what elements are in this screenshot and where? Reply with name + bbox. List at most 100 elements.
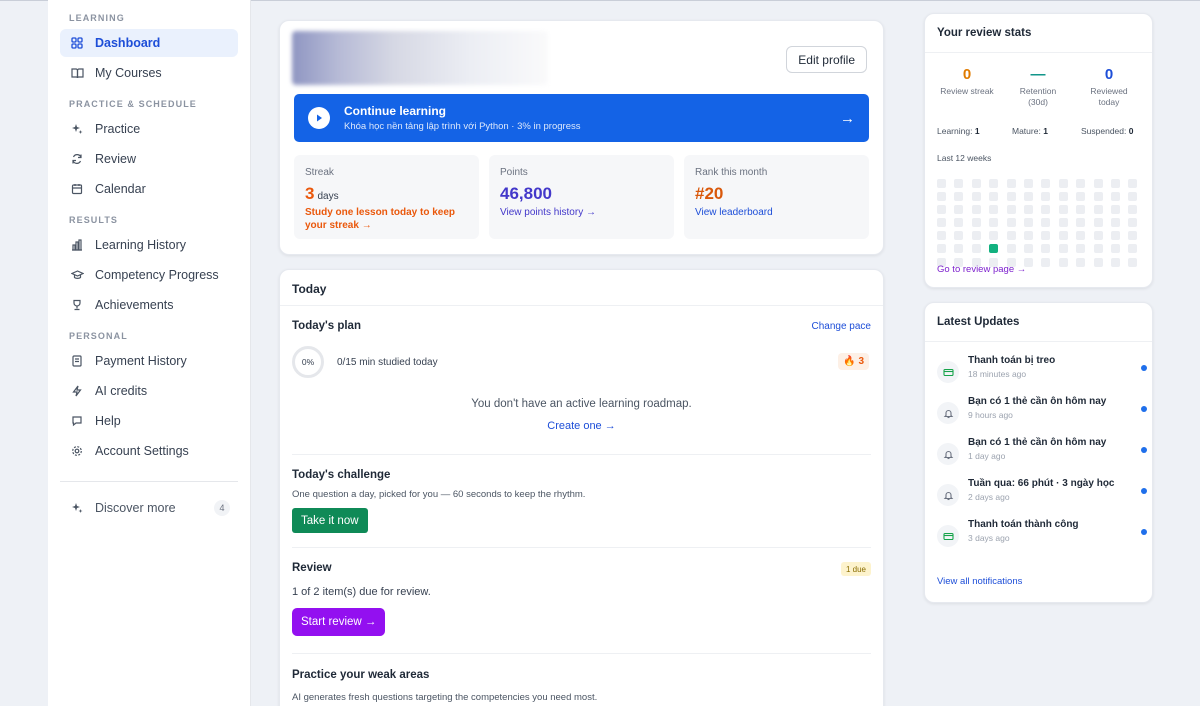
heatmap-cell xyxy=(1006,179,1016,188)
review-heatmap xyxy=(937,179,1138,267)
sidebar-item-my-courses[interactable]: My Courses xyxy=(60,59,238,87)
update-title: Thanh toán thành công xyxy=(968,519,1079,530)
learning-label: Learning: xyxy=(937,126,973,136)
heatmap-cell xyxy=(1093,244,1103,254)
fire-count: 3 xyxy=(858,356,864,367)
sidebar-item-review[interactable]: Review xyxy=(60,145,238,173)
update-item[interactable]: Thanh toán bị treo 18 minutes ago xyxy=(937,355,1147,391)
gear-icon xyxy=(70,444,84,458)
divider xyxy=(292,653,871,654)
heatmap-cell xyxy=(1110,218,1120,228)
sidebar-item-calendar[interactable]: Calendar xyxy=(60,175,238,203)
continue-learning-button[interactable]: Continue learning Khóa học nền tảng lập … xyxy=(294,94,869,142)
update-item[interactable]: Tuần qua: 66 phút · 3 ngày học 2 days ago xyxy=(937,478,1147,514)
unread-dot xyxy=(1141,365,1147,371)
update-title: Bạn có 1 thẻ cần ôn hôm nay xyxy=(968,437,1107,448)
sidebar-item-help[interactable]: Help xyxy=(60,407,238,435)
heatmap-cell xyxy=(1128,218,1138,228)
heatmap-cell xyxy=(937,179,946,188)
graduation-cap-icon xyxy=(70,268,84,282)
heatmap-cell xyxy=(1110,179,1120,188)
todays-plan-title: Today's plan xyxy=(292,320,361,332)
fire-icon: 🔥 xyxy=(842,356,856,367)
heatmap-cell xyxy=(1076,244,1086,254)
sidebar-item-practice[interactable]: Practice xyxy=(60,115,238,143)
points-label: Points xyxy=(500,167,528,178)
update-item[interactable]: Bạn có 1 thẻ cần ôn hôm nay 1 day ago xyxy=(937,437,1147,473)
heatmap-cell xyxy=(937,231,946,241)
heatmap-cell xyxy=(1128,179,1138,188)
start-review-button[interactable]: Start review → xyxy=(292,608,386,636)
sidebar-item-payment-history[interactable]: Payment History xyxy=(60,347,238,375)
bell-icon xyxy=(937,402,959,424)
update-item[interactable]: Thanh toán thành công 3 days ago xyxy=(937,519,1147,555)
streak-keep-link[interactable]: Study one lesson today to keep your stre… xyxy=(305,206,468,232)
sidebar-item-ai-credits[interactable]: AI credits xyxy=(60,377,238,405)
section-title-learning: LEARNING xyxy=(69,13,125,23)
heatmap-cell xyxy=(1093,205,1103,215)
refresh-icon xyxy=(70,152,84,166)
sidebar-item-dashboard[interactable]: Dashboard xyxy=(60,29,238,57)
heatmap-cell xyxy=(1093,179,1103,188)
heatmap-cell xyxy=(1023,244,1033,254)
heatmap-cell xyxy=(971,192,981,202)
plan-progress-row: 0% 0/15 min studied today 🔥 3 xyxy=(292,346,871,380)
update-item[interactable]: Bạn có 1 thẻ cần ôn hôm nay 9 hours ago xyxy=(937,396,1147,432)
review-streak-stat: 0 Review streak xyxy=(931,66,1003,97)
divider xyxy=(292,547,871,548)
heatmap-cell xyxy=(1041,192,1051,202)
sidebar-item-account-settings[interactable]: Account Settings xyxy=(60,437,238,465)
heatmap-cell xyxy=(937,192,946,202)
retention-label: Retention (30d) xyxy=(1002,86,1074,109)
heatmap-cell xyxy=(1058,205,1068,215)
heatmap-cell xyxy=(1093,231,1103,241)
sidebar-item-competency-progress[interactable]: Competency Progress xyxy=(60,261,238,289)
leaderboard-link[interactable]: View leaderboard xyxy=(695,207,858,218)
challenge-section: Today's challenge One question a day, pi… xyxy=(292,469,871,533)
heatmap-cell xyxy=(1006,192,1016,202)
points-value: 46,800 xyxy=(500,184,552,203)
heatmap-cell xyxy=(1023,218,1033,228)
sidebar-item-label: Account Settings xyxy=(95,444,189,458)
continue-title: Continue learning xyxy=(344,104,446,118)
heatmap-cell xyxy=(1058,244,1068,254)
review-desc: 1 of 2 item(s) due for review. xyxy=(292,586,431,598)
bell-icon xyxy=(937,443,959,465)
sidebar-item-achievements[interactable]: Achievements xyxy=(60,291,238,319)
sidebar-item-label: Learning History xyxy=(95,238,187,252)
heatmap-cell xyxy=(1076,231,1086,241)
review-title: Review xyxy=(292,562,332,574)
retention-stat: — Retention (30d) xyxy=(1002,66,1074,109)
blurred-profile-banner xyxy=(292,31,548,85)
heatmap-cell xyxy=(954,179,964,188)
heatmap-cell xyxy=(1058,257,1068,267)
heatmap-cell xyxy=(1128,231,1138,241)
take-challenge-button[interactable]: Take it now xyxy=(292,508,368,533)
heatmap-cell xyxy=(1128,192,1138,202)
review-stats-title: Your review stats xyxy=(925,14,1152,53)
heatmap-cell xyxy=(1076,192,1086,202)
sidebar-item-discover-more[interactable]: Discover more 4 xyxy=(60,494,238,522)
edit-profile-button[interactable]: Edit profile xyxy=(786,46,867,73)
create-roadmap-link-text[interactable]: Create one → xyxy=(547,420,615,432)
sidebar-item-learning-history[interactable]: Learning History xyxy=(60,231,238,259)
today-card: Today Today's plan Change pace 0% 0/15 m… xyxy=(279,269,884,706)
streak-unit: days xyxy=(317,191,339,202)
change-pace-link[interactable]: Change pace xyxy=(812,321,872,332)
heatmap-cell xyxy=(1041,218,1051,228)
heatmap-cell xyxy=(1058,231,1068,241)
continue-subtitle: Khóa học nền tảng lập trình với Python ·… xyxy=(344,121,581,132)
reviewed-today-stat: 0 Reviewed today xyxy=(1073,66,1145,109)
book-icon xyxy=(70,66,84,80)
challenge-title: Today's challenge xyxy=(292,469,391,481)
card-icon xyxy=(937,361,959,383)
sidebar-item-label: Practice xyxy=(95,122,141,136)
bell-icon xyxy=(937,484,959,506)
points-history-link[interactable]: View points history → xyxy=(500,207,663,218)
sidebar-item-label: Competency Progress xyxy=(95,268,219,282)
section-title-practice: PRACTICE & SCHEDULE xyxy=(69,99,197,109)
view-all-notifications-link[interactable]: View all notifications xyxy=(937,576,1022,587)
go-to-review-link[interactable]: Go to review page → xyxy=(937,264,1026,275)
todays-plan-section: Today's plan Change pace xyxy=(292,320,871,332)
heatmap-cell xyxy=(989,179,999,188)
